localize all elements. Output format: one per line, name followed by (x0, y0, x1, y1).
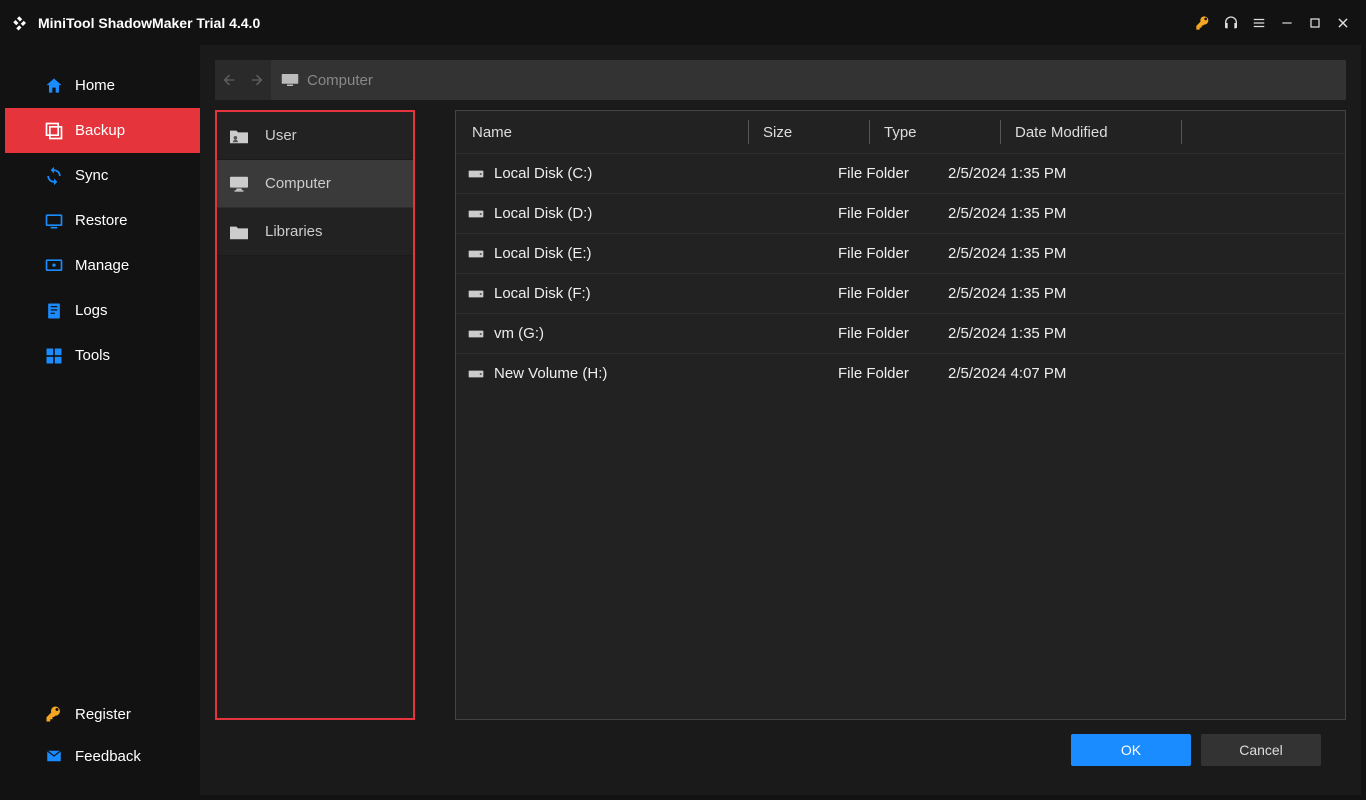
dialog-footer: OK Cancel (215, 720, 1346, 780)
app-logo-icon (10, 13, 30, 33)
key-icon[interactable] (1190, 10, 1216, 36)
cell-name: Local Disk (D:) (494, 205, 592, 222)
sync-icon (43, 165, 65, 187)
sidebar-item-home[interactable]: Home (5, 63, 200, 108)
sidebar-item-tools[interactable]: Tools (5, 333, 200, 378)
nav-forward-button[interactable] (243, 60, 271, 100)
cell-date: 2/5/2024 4:07 PM (948, 365, 1108, 382)
ok-button[interactable]: OK (1071, 734, 1191, 766)
column-header-type[interactable]: Type (880, 124, 990, 141)
path-bar: Computer (215, 60, 1346, 100)
register-key-icon (43, 703, 65, 725)
maximize-button[interactable] (1302, 10, 1328, 36)
location-text: Computer (307, 72, 373, 89)
logs-icon (43, 300, 65, 322)
cell-type: File Folder (838, 245, 948, 262)
drive-icon (468, 328, 486, 340)
table-row[interactable]: vm (G:) File Folder2/5/2024 1:35 PM (456, 313, 1345, 353)
computer-monitor-icon (227, 172, 251, 196)
source-item-user[interactable]: User (217, 112, 413, 160)
source-list: User Computer Libraries (215, 110, 415, 720)
sidebar-item-label: Restore (75, 212, 128, 229)
cell-type: File Folder (838, 165, 948, 182)
source-item-computer[interactable]: Computer (217, 160, 413, 208)
cell-date: 2/5/2024 1:35 PM (948, 165, 1108, 182)
source-item-label: Computer (265, 175, 331, 192)
cell-type: File Folder (838, 205, 948, 222)
sidebar-item-label: Sync (75, 167, 108, 184)
cell-name: Local Disk (E:) (494, 245, 592, 262)
app-title: MiniTool ShadowMaker Trial 4.4.0 (38, 15, 260, 31)
drive-icon (468, 248, 486, 260)
sidebar-item-label: Home (75, 77, 115, 94)
table-row[interactable]: Local Disk (C:) File Folder2/5/2024 1:35 … (456, 153, 1345, 193)
sidebar-item-label: Manage (75, 257, 129, 274)
table-row[interactable]: Local Disk (E:) File Folder2/5/2024 1:35 … (456, 233, 1345, 273)
cell-name: Local Disk (F:) (494, 285, 591, 302)
libraries-folder-icon (227, 220, 251, 244)
restore-icon (43, 210, 65, 232)
sidebar-item-label: Tools (75, 347, 110, 364)
main-panel: Computer User Computer (200, 45, 1361, 795)
menu-icon[interactable] (1246, 10, 1272, 36)
minimize-button[interactable] (1274, 10, 1300, 36)
home-icon (43, 75, 65, 97)
computer-icon (281, 73, 299, 87)
sidebar-item-sync[interactable]: Sync (5, 153, 200, 198)
cell-date: 2/5/2024 1:35 PM (948, 245, 1108, 262)
location-box[interactable]: Computer (271, 60, 1346, 100)
tools-icon (43, 345, 65, 367)
drive-icon (468, 168, 486, 180)
sidebar-item-restore[interactable]: Restore (5, 198, 200, 243)
cell-type: File Folder (838, 325, 948, 342)
sidebar-item-manage[interactable]: Manage (5, 243, 200, 288)
feedback-mail-icon (43, 745, 65, 767)
cancel-button[interactable]: Cancel (1201, 734, 1321, 766)
backup-icon (43, 120, 65, 142)
sidebar-item-logs[interactable]: Logs (5, 288, 200, 333)
table-row[interactable]: New Volume (H:) File Folder2/5/2024 4:07 … (456, 353, 1345, 393)
table-row[interactable]: Local Disk (D:) File Folder2/5/2024 1:35 … (456, 193, 1345, 233)
cell-date: 2/5/2024 1:35 PM (948, 205, 1108, 222)
sidebar-item-label: Feedback (75, 748, 141, 765)
cell-date: 2/5/2024 1:35 PM (948, 325, 1108, 342)
sidebar-item-register[interactable]: Register (5, 693, 200, 735)
table-row[interactable]: Local Disk (F:) File Folder2/5/2024 1:35 … (456, 273, 1345, 313)
sidebar-item-label: Logs (75, 302, 108, 319)
cell-type: File Folder (838, 365, 948, 382)
drive-icon (468, 368, 486, 380)
cell-name: Local Disk (C:) (494, 165, 592, 182)
cell-type: File Folder (838, 285, 948, 302)
sidebar-item-feedback[interactable]: Feedback (5, 735, 200, 777)
sidebar-item-backup[interactable]: Backup (5, 108, 200, 153)
source-item-label: User (265, 127, 297, 144)
column-header-name[interactable]: Name (468, 124, 738, 141)
cell-date: 2/5/2024 1:35 PM (948, 285, 1108, 302)
file-pane: Name Size Type Date Modified Local Disk … (455, 110, 1346, 720)
drive-icon (468, 288, 486, 300)
sidebar-item-label: Backup (75, 122, 125, 139)
column-header-date[interactable]: Date Modified (1011, 124, 1171, 141)
user-folder-icon (227, 124, 251, 148)
titlebar: MiniTool ShadowMaker Trial 4.4.0 (0, 0, 1366, 45)
sidebar: Home Backup Sync Restore Manage (5, 45, 200, 795)
sidebar-item-label: Register (75, 706, 131, 723)
table-header: Name Size Type Date Modified (456, 111, 1345, 153)
drive-icon (468, 208, 486, 220)
nav-back-button[interactable] (215, 60, 243, 100)
manage-icon (43, 255, 65, 277)
headset-icon[interactable] (1218, 10, 1244, 36)
cell-name: vm (G:) (494, 325, 544, 342)
column-header-size[interactable]: Size (759, 124, 859, 141)
source-item-label: Libraries (265, 223, 323, 240)
close-button[interactable] (1330, 10, 1356, 36)
source-item-libraries[interactable]: Libraries (217, 208, 413, 256)
cell-name: New Volume (H:) (494, 365, 607, 382)
